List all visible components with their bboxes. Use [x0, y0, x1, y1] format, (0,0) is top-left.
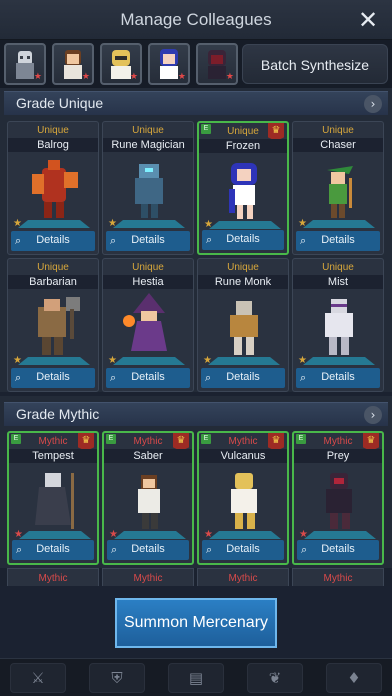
star-icon: ★ [108, 218, 117, 229]
card-name: Rune Magician [103, 138, 193, 152]
details-button[interactable]: ⌕ Details [106, 231, 190, 251]
colleague-card-frozen[interactable]: E ♛ Unique Frozen ★ ⌕ Details [197, 121, 289, 255]
star-icon: ★ [204, 529, 213, 540]
details-button[interactable]: ⌕ Details [106, 368, 190, 388]
card-grade: Unique [37, 125, 69, 136]
colleague-card-prey[interactable]: E ♛ Mythic Prey ★ ⌕ Details [292, 431, 384, 565]
armor-icon[interactable]: ⛨ [89, 663, 145, 693]
colleague-card-rune-monk[interactable]: Unique Rune Monk ★ ⌕ Details [197, 258, 289, 392]
details-button[interactable]: ⌕ Details [201, 368, 285, 388]
scroll-icon[interactable]: ▤ [168, 663, 224, 693]
avatar[interactable]: ★ [52, 43, 94, 85]
star-icon: ★ [177, 72, 186, 82]
colleague-card-rune-magician[interactable]: Unique Rune Magician ★ ⌕ Details [102, 121, 194, 255]
star-icon: ★ [298, 218, 307, 229]
summon-area: Summon Mercenary [0, 586, 392, 658]
card-grade: Unique [132, 262, 164, 273]
card-name: Balrog [8, 138, 98, 152]
page-title: Manage Colleagues [120, 10, 272, 29]
details-button[interactable]: ⌕ Details [107, 540, 189, 560]
chevron-right-icon[interactable]: › [364, 406, 382, 424]
star-icon: ★ [203, 355, 212, 366]
details-button[interactable]: ⌕ Details [12, 540, 94, 560]
colleague-card-vulcanus[interactable]: E ♛ Mythic Vulcanus ★ ⌕ Details [197, 431, 289, 565]
colleague-card-tempest[interactable]: E ♛ Mythic Tempest ★ ⌕ Details [7, 431, 99, 565]
star-icon: ★ [13, 355, 22, 366]
details-button[interactable]: ⌕ Details [202, 540, 284, 560]
partial-card-row: Mythic Mythic Mythic Mythic [0, 568, 392, 586]
details-button[interactable]: ⌕ Details [11, 368, 95, 388]
star-icon: ★ [299, 529, 308, 540]
avatar[interactable]: ★ [4, 43, 46, 85]
colleague-card-mist[interactable]: Unique Mist ★ ⌕ Details [292, 258, 384, 392]
card-name: Prey [294, 449, 382, 463]
details-button[interactable]: ⌕ Details [296, 368, 380, 388]
card-name: Mist [293, 275, 383, 289]
star-icon: ★ [33, 72, 42, 82]
card-grade: Unique [37, 262, 69, 273]
star-icon: ★ [225, 72, 234, 82]
star-icon: ★ [204, 219, 213, 230]
colleague-avatar-strip: ★ ★ ★ ★ ★ Batch Synthesize [0, 40, 392, 88]
avatar[interactable]: ★ [148, 43, 190, 85]
card-grade: Unique [132, 125, 164, 136]
colleague-card-barbarian[interactable]: Unique Barbarian ★ ⌕ Details [7, 258, 99, 392]
details-button[interactable]: ⌕ Details [297, 540, 379, 560]
partial-card[interactable]: Mythic [102, 568, 194, 586]
card-name: Frozen [199, 139, 287, 153]
card-grade: Unique [322, 262, 354, 273]
card-grade: Unique [322, 125, 354, 136]
grade-label: Grade Mythic [16, 406, 100, 422]
star-icon: ★ [14, 529, 23, 540]
star-icon: ★ [13, 218, 22, 229]
avatar[interactable]: ★ [100, 43, 142, 85]
colleague-card-chaser[interactable]: Unique Chaser ★ ⌕ Details [292, 121, 384, 255]
colleague-card-balrog[interactable]: Unique Balrog ★ ⌕ Details [7, 121, 99, 255]
card-name: Vulcanus [199, 449, 287, 463]
chevron-right-icon[interactable]: › [364, 95, 382, 113]
grade-unique-header[interactable]: Grade Unique › [4, 91, 388, 115]
card-grade: Mythic [38, 436, 68, 447]
wing-icon[interactable]: ❦ [247, 663, 303, 693]
batch-synthesize-button[interactable]: Batch Synthesize [242, 44, 388, 84]
card-name: Barbarian [8, 275, 98, 289]
colleague-card-saber[interactable]: E ♛ Mythic Saber ★ ⌕ Details [102, 431, 194, 565]
avatar[interactable]: ★ [196, 43, 238, 85]
card-name: Tempest [9, 449, 97, 463]
details-button[interactable]: ⌕ Details [202, 230, 284, 250]
grade-mythic-header[interactable]: Grade Mythic › [4, 402, 388, 426]
card-name: Hestia [103, 275, 193, 289]
sword-icon[interactable]: ⚔ [10, 663, 66, 693]
summon-mercenary-button[interactable]: Summon Mercenary [115, 598, 277, 648]
card-grade: Mythic [228, 436, 258, 447]
partial-card[interactable]: Mythic [197, 568, 289, 586]
partial-card[interactable]: Mythic [292, 568, 384, 586]
card-grade: Unique [227, 262, 259, 273]
card-grade: Unique [227, 126, 259, 137]
partial-card[interactable]: Mythic [7, 568, 99, 586]
colleague-card-hestia[interactable]: Unique Hestia ★ ⌕ Details [102, 258, 194, 392]
star-icon: ★ [298, 355, 307, 366]
details-button[interactable]: ⌕ Details [296, 231, 380, 251]
card-grade: Mythic [133, 436, 163, 447]
star-icon: ★ [81, 72, 90, 82]
bottom-nav: ⚔ ⛨ ▤ ❦ ♦ [0, 658, 392, 696]
header-bar: Manage Colleagues ✕ [0, 0, 392, 40]
card-name: Chaser [293, 138, 383, 152]
details-button[interactable]: ⌕ Details [11, 231, 95, 251]
card-name: Rune Monk [198, 275, 288, 289]
star-icon: ★ [109, 529, 118, 540]
grade-label: Grade Unique [16, 95, 104, 111]
close-icon[interactable]: ✕ [354, 6, 382, 34]
star-icon: ★ [108, 355, 117, 366]
star-icon: ★ [129, 72, 138, 82]
gem-icon[interactable]: ♦ [326, 663, 382, 693]
card-name: Saber [104, 449, 192, 463]
card-grade: Mythic [323, 436, 353, 447]
